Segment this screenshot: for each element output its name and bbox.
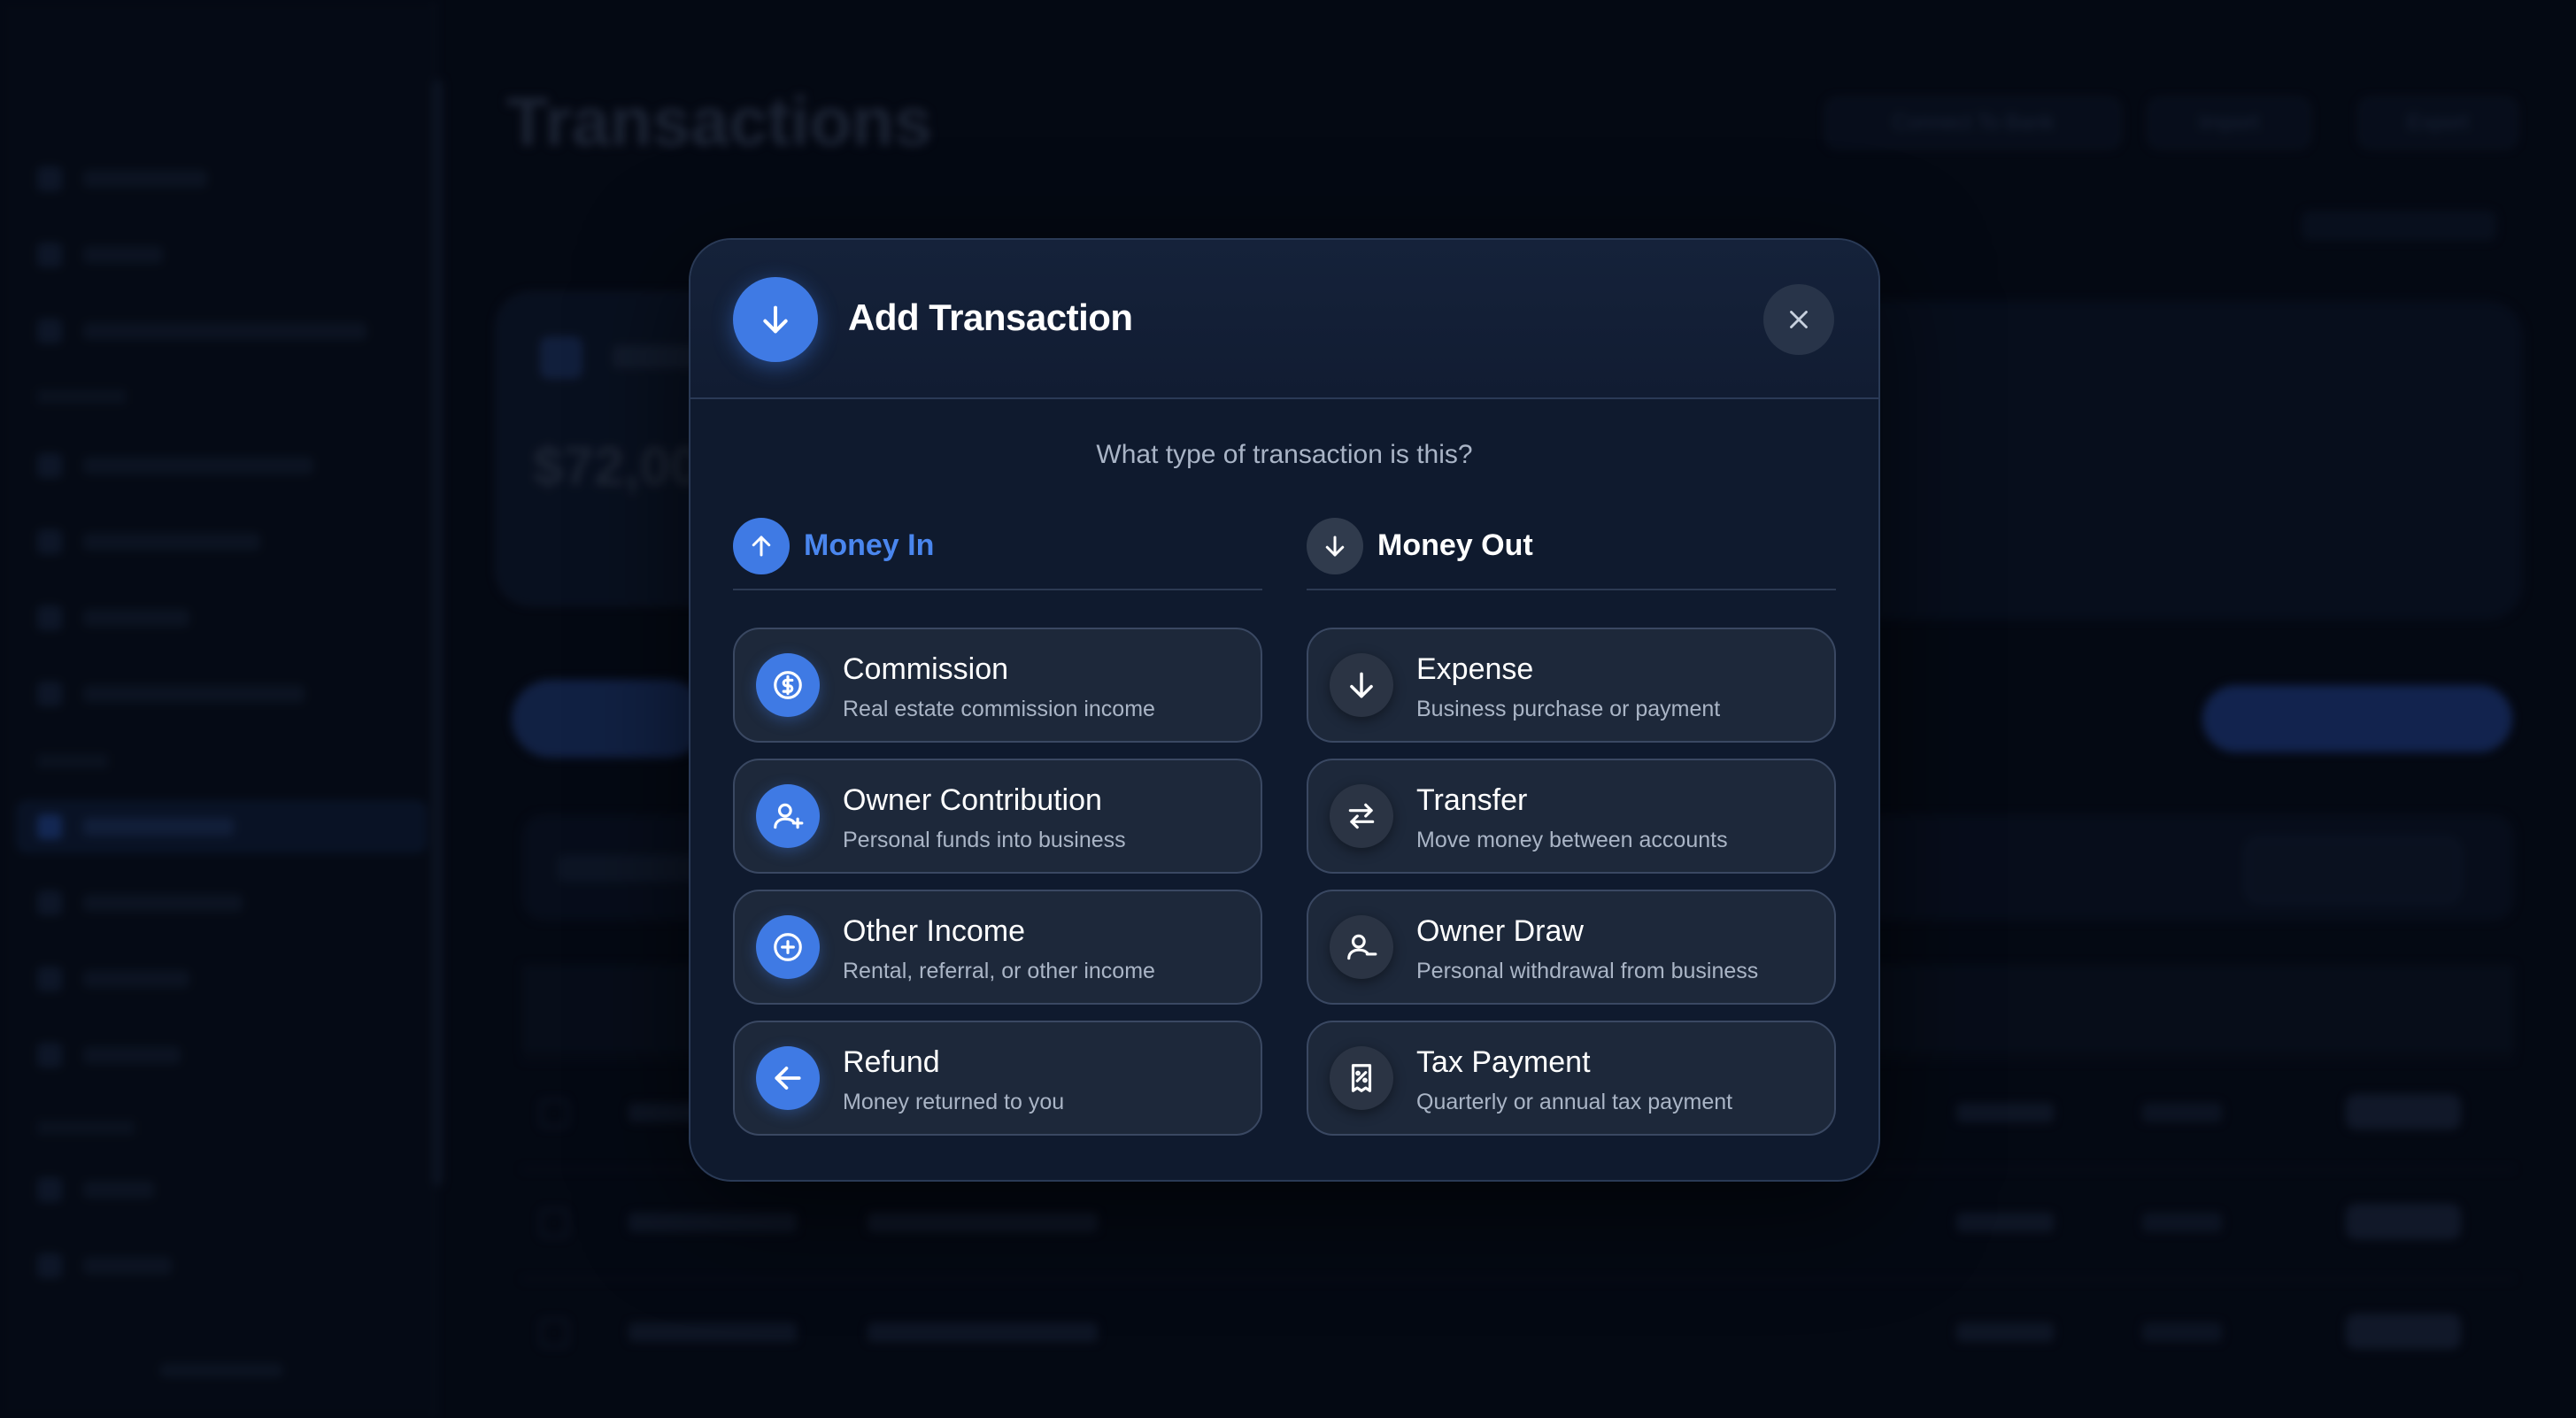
option-subtitle: Quarterly or annual tax payment xyxy=(1416,1090,1733,1114)
plus-circle-icon xyxy=(756,915,820,979)
option-expense[interactable]: Expense Business purchase or payment xyxy=(1307,628,1836,743)
option-refund[interactable]: Refund Money returned to you xyxy=(733,1021,1262,1136)
option-title: Commission xyxy=(843,652,1009,686)
money-in-label: Money In xyxy=(804,528,935,562)
add-transaction-modal: Add Transaction What type of transaction… xyxy=(689,238,1880,1182)
option-subtitle: Business purchase or payment xyxy=(1416,697,1721,721)
option-subtitle: Money returned to you xyxy=(843,1090,1065,1114)
option-transfer[interactable]: Transfer Move money between accounts xyxy=(1307,759,1836,874)
user-minus-icon xyxy=(1330,915,1393,979)
option-subtitle: Personal withdrawal from business xyxy=(1416,959,1759,983)
arrow-down-icon xyxy=(1330,653,1393,717)
arrow-left-icon xyxy=(756,1046,820,1110)
modal-prompt: What type of transaction is this? xyxy=(1096,440,1473,469)
option-title: Expense xyxy=(1416,652,1534,686)
option-subtitle: Personal funds into business xyxy=(843,828,1126,852)
transfer-arrows-icon xyxy=(1330,784,1393,848)
user-plus-icon xyxy=(756,784,820,848)
option-title: Other Income xyxy=(843,914,1025,948)
option-owner-contribution[interactable]: Owner Contribution Personal funds into b… xyxy=(733,759,1262,874)
close-icon xyxy=(1784,304,1814,335)
option-title: Tax Payment xyxy=(1416,1045,1591,1079)
option-owner-draw[interactable]: Owner Draw Personal withdrawal from busi… xyxy=(1307,890,1836,1005)
arrow-up-icon xyxy=(733,518,790,574)
modal-title: Add Transaction xyxy=(848,297,1133,338)
option-other-income[interactable]: Other Income Rental, referral, or other … xyxy=(733,890,1262,1005)
option-title: Owner Contribution xyxy=(843,783,1102,817)
dollar-circle-icon xyxy=(756,653,820,717)
close-button[interactable] xyxy=(1763,284,1834,355)
arrow-down-icon xyxy=(1307,518,1363,574)
option-subtitle: Real estate commission income xyxy=(843,697,1155,721)
money-out-label: Money Out xyxy=(1377,528,1533,562)
option-commission[interactable]: Commission Real estate commission income xyxy=(733,628,1262,743)
option-title: Transfer xyxy=(1416,783,1528,817)
modal-header: Add Transaction xyxy=(690,240,1878,399)
option-subtitle: Rental, referral, or other income xyxy=(843,959,1155,983)
receipt-percent-icon xyxy=(1330,1046,1393,1110)
money-out-header: Money Out xyxy=(1307,518,1836,590)
option-title: Refund xyxy=(843,1045,940,1079)
arrow-down-icon xyxy=(733,277,818,362)
option-subtitle: Move money between accounts xyxy=(1416,828,1728,852)
option-title: Owner Draw xyxy=(1416,914,1584,948)
option-tax-payment[interactable]: Tax Payment Quarterly or annual tax paym… xyxy=(1307,1021,1836,1136)
money-in-header: Money In xyxy=(733,518,1262,590)
